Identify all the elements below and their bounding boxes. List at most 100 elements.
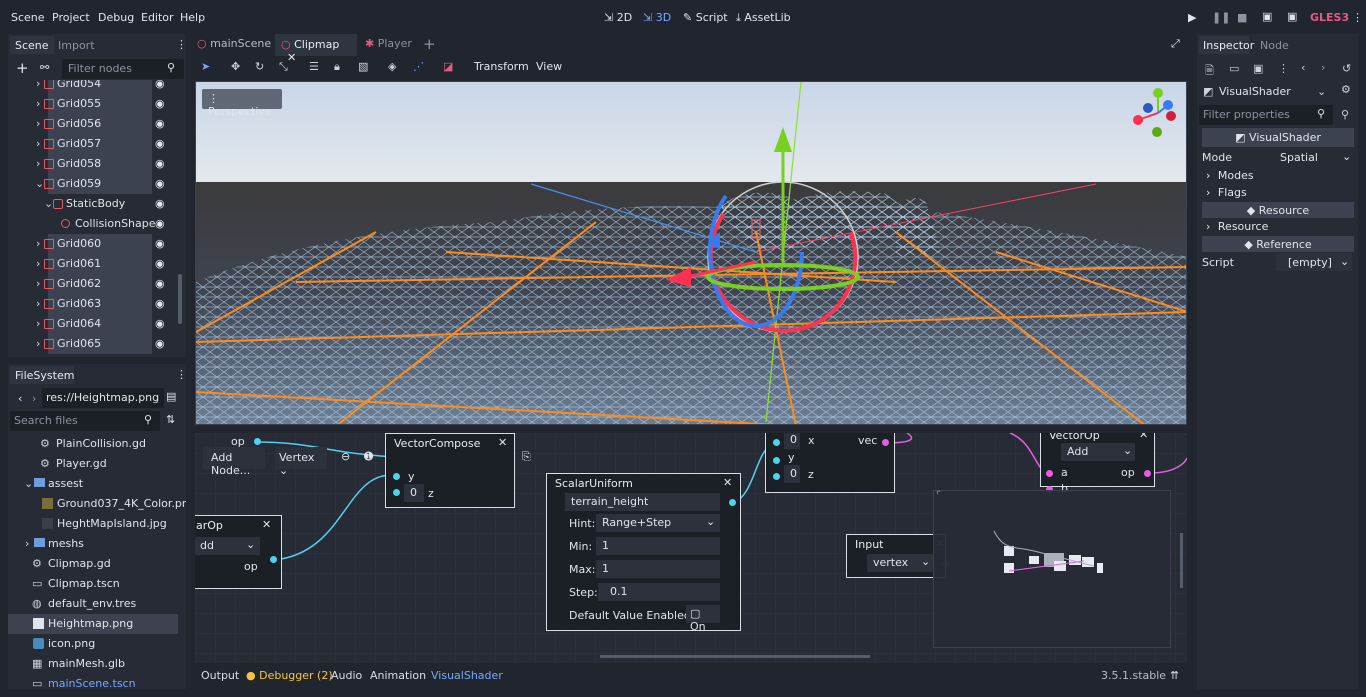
input-port-z[interactable] xyxy=(773,473,780,480)
tab-animation[interactable]: Animation xyxy=(370,669,426,682)
move-tool-icon[interactable]: ✥ xyxy=(231,60,240,73)
file-item[interactable]: ⚙ Player.gd xyxy=(8,454,178,474)
tree-row[interactable]: › Grid057 ◉ xyxy=(8,134,178,154)
tab-output[interactable]: Output xyxy=(201,669,239,682)
workspace-assetlib[interactable]: ⤓ AssetLib xyxy=(736,11,791,25)
tree-row[interactable]: › Grid063 ◉ xyxy=(8,294,178,314)
z-input[interactable]: 0 xyxy=(404,484,424,502)
back-icon[interactable]: ‹ xyxy=(1301,61,1305,74)
new-resource-icon[interactable]: 🗎︎ xyxy=(1205,62,1214,81)
filter-options-icon[interactable]: ⚲ xyxy=(1341,108,1349,121)
link-icon[interactable]: ⚯ xyxy=(40,61,49,74)
tab-filesystem[interactable]: FileSystem xyxy=(10,366,74,384)
tab-scene[interactable]: Scene xyxy=(10,36,54,54)
zoom-out-icon[interactable]: ⊖ xyxy=(341,450,350,463)
add-node-icon[interactable]: + xyxy=(16,59,29,77)
menu-project[interactable]: Project xyxy=(52,11,90,24)
tab-clipmap[interactable]: ○ Clipmap ✕ xyxy=(275,34,357,64)
mode-select[interactable]: Spatial ⌄ xyxy=(1276,148,1352,166)
tab-inspector[interactable]: Inspector xyxy=(1199,36,1254,54)
vector-compose-node[interactable]: VectorCompose ✕ y 0 z xyxy=(385,433,515,508)
menu-debug[interactable]: Debug xyxy=(98,11,134,24)
dock-menu-icon[interactable]: ⋮ xyxy=(1278,62,1289,75)
tree-row[interactable]: › Grid064 ◉ xyxy=(8,314,178,334)
input-node[interactable]: Input ✕ vertex⌄ xyxy=(846,534,946,578)
distraction-free-icon[interactable]: ⤢ xyxy=(1171,37,1180,51)
script-select[interactable]: [empty] ⌄ xyxy=(1276,253,1352,271)
input-port-z[interactable] xyxy=(393,489,400,496)
output-port[interactable] xyxy=(254,438,261,445)
section-resource[interactable]: › Resource xyxy=(1206,220,1268,233)
shader-mode-select[interactable]: Vertex ⌄ xyxy=(275,447,327,477)
scrollbar[interactable] xyxy=(178,274,182,324)
local-space-icon[interactable]: ◈ xyxy=(388,60,396,73)
file-item[interactable]: ◍ default_env.tres xyxy=(8,594,178,614)
preview-icon[interactable]: ⎘ xyxy=(522,450,531,464)
file-item[interactable]: ⚙ PlainCollision.gd xyxy=(8,434,178,454)
add-node-button[interactable]: Add Node... xyxy=(203,447,265,477)
visual-shader-editor[interactable]: Add Node... Vertex ⌄ ⊖ ➊ ⊕ ⊞ 20 ⇕ ▦ ⎘ op… xyxy=(195,433,1187,663)
filter-properties-input[interactable]: Filter properties ⚲ xyxy=(1199,105,1333,125)
input-port-x[interactable] xyxy=(773,439,780,446)
scrollbar-horizontal[interactable] xyxy=(600,655,870,658)
min-input[interactable]: 1 xyxy=(596,537,720,555)
filter-nodes-input[interactable]: Filter nodes ⚲ xyxy=(62,59,184,79)
resource-selector[interactable]: ◩ VisualShader ⌄ xyxy=(1201,82,1326,102)
renderer-label[interactable]: GLES3 xyxy=(1310,11,1349,24)
folder-item[interactable]: › meshs xyxy=(8,534,178,554)
tree-row[interactable]: › Grid056 ◉ xyxy=(8,114,178,134)
tab-mainscene[interactable]: ○ mainScene xyxy=(197,37,271,50)
history-icon[interactable]: ↺ xyxy=(1342,62,1351,75)
tree-row[interactable]: › Grid062 ◉ xyxy=(8,274,178,294)
path-input[interactable]: res://Heightmap.png xyxy=(42,388,164,408)
tab-player[interactable]: ✱ Player xyxy=(365,37,412,50)
lock-icon[interactable]: 🔒︎ xyxy=(334,60,340,74)
section-modes[interactable]: › Modes xyxy=(1206,169,1254,182)
zoom-reset-icon[interactable]: ➊ xyxy=(364,450,373,463)
tree-row[interactable]: ⌄ Grid059 ◉ xyxy=(8,174,178,194)
3d-viewport[interactable]: ⋮ Perspective xyxy=(195,81,1187,425)
tab-node[interactable]: Node xyxy=(1260,39,1289,52)
tab-audio[interactable]: Audio xyxy=(331,669,362,682)
save-icon[interactable]: ▣ xyxy=(1253,62,1263,75)
dock-menu-icon[interactable]: ⋮ xyxy=(176,368,186,381)
output-port[interactable] xyxy=(1144,470,1151,477)
close-icon[interactable]: ✕ xyxy=(723,476,732,489)
x-input[interactable]: 0 xyxy=(784,433,800,449)
file-item[interactable]: Ground037_4K_Color.pn xyxy=(8,494,186,514)
split-view-icon[interactable]: ▤ xyxy=(166,390,176,403)
output-port[interactable] xyxy=(882,439,889,446)
step-input[interactable]: 0.1 xyxy=(598,583,720,601)
select-tool-icon[interactable]: ➤ xyxy=(201,60,210,73)
back-icon[interactable]: ‹ xyxy=(18,392,22,405)
play-icon[interactable]: ▶ xyxy=(1188,11,1196,24)
scalar-uniform-node[interactable]: ScalarUniform ✕ terrain_height Hint: Ran… xyxy=(546,473,741,633)
graph-minimap[interactable]: ⌜ xyxy=(933,489,1171,648)
play-scene-icon[interactable]: ▣ xyxy=(1262,10,1272,23)
axis-gizmo[interactable] xyxy=(1128,85,1187,145)
tree-row[interactable]: › Grid055 ◉ xyxy=(8,94,178,114)
resize-handle-icon[interactable]: ⌜ xyxy=(936,489,941,502)
file-item[interactable]: icon.png xyxy=(8,634,178,654)
open-folder-icon[interactable]: ▭ xyxy=(1229,62,1239,75)
hint-select[interactable]: Range+Step ⌄ xyxy=(596,514,720,532)
menu-view[interactable]: View xyxy=(536,60,562,73)
vector-compose-node-2[interactable]: 0 x vec y 0 z xyxy=(765,433,895,493)
snap-icon[interactable]: ⋰ xyxy=(413,60,424,73)
dock-menu-icon[interactable]: ⋮ xyxy=(176,38,187,51)
forward-icon[interactable]: › xyxy=(1321,61,1325,74)
menu-scene[interactable]: Scene xyxy=(11,11,45,24)
file-item[interactable]: HeghtMapIsland.jpg xyxy=(8,514,178,534)
folder-item[interactable]: ⌄ assest xyxy=(8,474,178,494)
close-icon[interactable]: ✕ xyxy=(262,518,271,531)
expand-panel-icon[interactable]: ⇈ xyxy=(1170,669,1179,682)
tree-row[interactable]: ⌄ StaticBody ◉ xyxy=(8,194,178,214)
z-input[interactable]: 0 xyxy=(784,465,800,483)
op-select[interactable]: dd ⌄ xyxy=(195,537,260,555)
menu-editor[interactable]: Editor xyxy=(141,11,174,24)
menu-transform[interactable]: Transform xyxy=(474,60,529,73)
file-item[interactable]: ⚙ Clipmap.gd xyxy=(8,554,178,574)
play-custom-icon[interactable]: ▣ xyxy=(1287,10,1297,23)
input-port-a[interactable] xyxy=(1046,470,1053,477)
workspace-2d[interactable]: ⇲ 2D xyxy=(604,11,632,24)
